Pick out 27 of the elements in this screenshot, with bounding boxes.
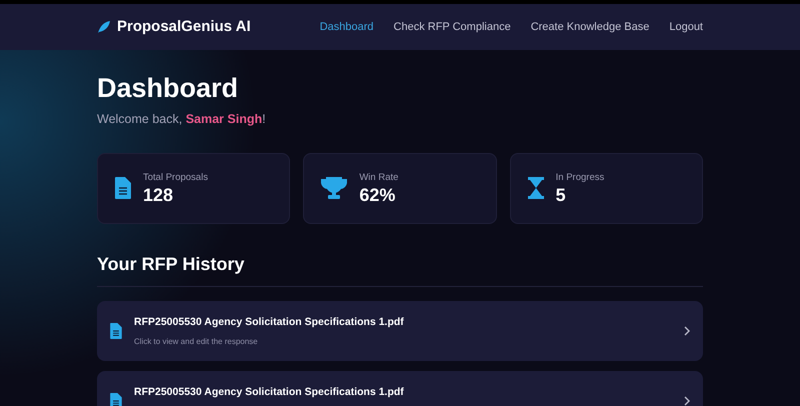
brand-name: ProposalGenius AI [117, 16, 251, 37]
section-title: Your RFP History [97, 252, 246, 276]
welcome-message: Welcome back, Samar Singh! [97, 111, 267, 128]
chevron-right-icon [684, 396, 690, 406]
nav-link[interactable]: Logout [669, 18, 703, 36]
hourglass-icon [528, 177, 544, 200]
nav-link[interactable]: Dashboard [320, 18, 374, 36]
chevron-right-icon [684, 326, 690, 336]
document-icon [115, 177, 131, 200]
rfp-list-item[interactable]: RFP25005530 Agency Solicitation Specifications 1.pdf [97, 370, 703, 406]
file-name: RFP25005530 Agency Solicitation Specifications 1.pdf [134, 314, 405, 330]
page-title: Dashboard [97, 72, 240, 105]
document-icon [110, 322, 122, 339]
stat-value: 62% [359, 185, 396, 206]
rfp-list-item[interactable]: RFP25005530 Agency Solicitation Specifications 1.pdf Click to view and edit the response [97, 300, 703, 361]
stat-label: In Progress [556, 171, 604, 186]
trophy-icon [321, 177, 348, 200]
nav-link[interactable]: Check RFP Compliance [394, 18, 511, 36]
document-icon [110, 392, 122, 406]
feather-icon [97, 20, 111, 34]
nav-link[interactable]: Create Knowledge Base [530, 18, 650, 36]
stat-label: Win Rate [359, 171, 398, 186]
file-name: RFP25005530 Agency Solicitation Specifications 1.pdf [134, 384, 405, 400]
item-hint: Click to view and edit the response [134, 336, 259, 348]
stat-value: 5 [556, 185, 567, 206]
stat-value: 128 [143, 185, 174, 206]
stat-label: Total Proposals [143, 171, 208, 186]
